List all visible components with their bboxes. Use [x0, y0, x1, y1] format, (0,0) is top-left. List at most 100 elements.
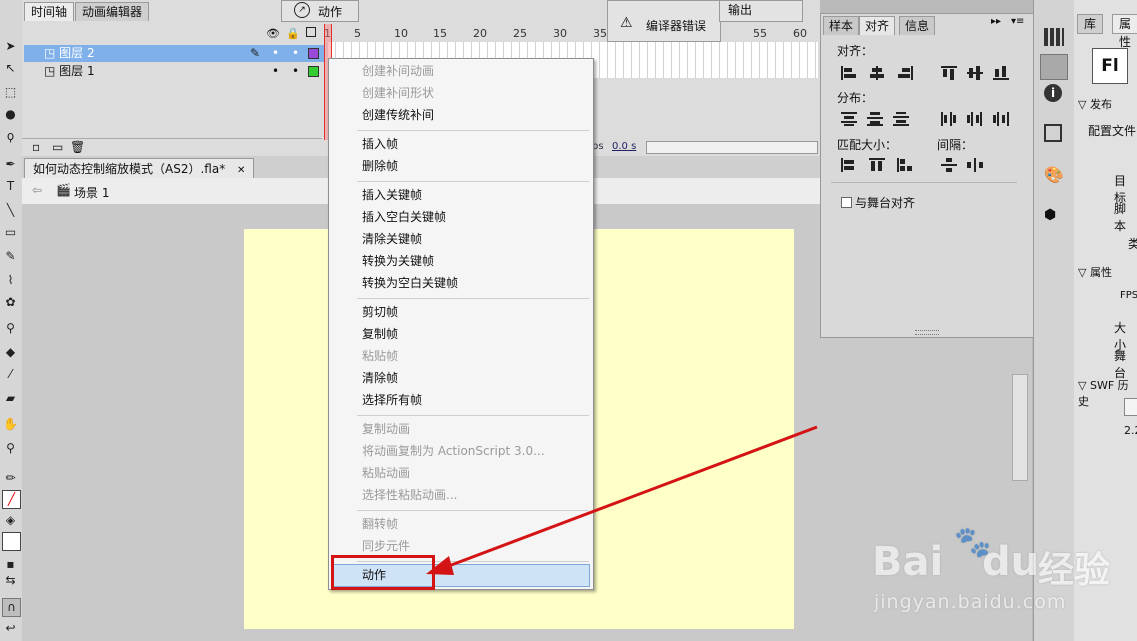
- layer-row-1[interactable]: ◳ 图层 1 • •: [24, 63, 324, 80]
- menu-item-paste-motion[interactable]: 粘贴动画: [362, 463, 582, 483]
- stroke-swatch-icon[interactable]: ╱: [2, 490, 21, 509]
- library-grid-icon[interactable]: [1044, 28, 1064, 46]
- lock-dot[interactable]: •: [292, 63, 299, 80]
- tab-timeline[interactable]: 时间轴: [24, 2, 75, 21]
- selection-tool-icon[interactable]: ➤: [2, 38, 19, 55]
- 3d-rotation-tool-icon[interactable]: ●: [2, 106, 19, 123]
- default-colors-icon[interactable]: ▪: [2, 556, 19, 573]
- menu-item-reverse-frames[interactable]: 翻转帧: [362, 514, 582, 534]
- line-tool-icon[interactable]: ╲: [2, 202, 19, 219]
- timeline-scrollbar[interactable]: [646, 141, 818, 154]
- output-bar[interactable]: 输出: [719, 0, 803, 22]
- menu-item-insert-frame[interactable]: 插入帧: [362, 134, 582, 154]
- visible-dot[interactable]: •: [272, 45, 279, 62]
- match-height-icon[interactable]: [869, 158, 885, 172]
- actions-panel-bar[interactable]: ↗ 动作: [281, 0, 359, 22]
- menu-item-insert-blank-keyframe[interactable]: 插入空白关键帧: [362, 207, 582, 227]
- space-horizontal-icon[interactable]: [967, 158, 983, 172]
- stroke-color-icon[interactable]: ✏: [2, 470, 19, 487]
- info-icon[interactable]: i: [1044, 84, 1062, 102]
- menu-item-create-classic-tween[interactable]: 创建传统补间: [362, 105, 582, 125]
- menu-item-cut-frames[interactable]: 剪切帧: [362, 302, 582, 322]
- brush-tool-icon[interactable]: ⌇: [2, 272, 19, 289]
- menu-item-clear-keyframe[interactable]: 清除关键帧: [362, 229, 582, 249]
- close-icon[interactable]: ✕: [237, 165, 245, 176]
- distribute-vcenter-icon[interactable]: [867, 112, 883, 126]
- tab-library[interactable]: 库: [1077, 14, 1104, 34]
- components-icon[interactable]: ⬢: [1044, 206, 1064, 224]
- resize-grip[interactable]: [915, 330, 939, 335]
- free-transform-tool-icon[interactable]: ⬚: [2, 84, 19, 101]
- align-panel-icon[interactable]: [1040, 54, 1068, 80]
- match-both-icon[interactable]: [897, 158, 913, 172]
- tab-swatches[interactable]: 样本: [823, 16, 860, 35]
- snap-magnet-icon[interactable]: ∩: [2, 598, 21, 617]
- smooth-icon[interactable]: ↩: [2, 620, 19, 637]
- menu-item-clear-frames[interactable]: 清除帧: [362, 368, 582, 388]
- align-to-stage-checkbox[interactable]: [841, 197, 852, 208]
- align-left-icon[interactable]: [841, 66, 857, 80]
- delete-layer-icon[interactable]: 🗑: [70, 140, 85, 154]
- menu-item-paste-frames[interactable]: 粘贴帧: [362, 346, 582, 366]
- lock-dot[interactable]: •: [292, 45, 299, 62]
- menu-item-copy-frames[interactable]: 复制帧: [362, 324, 582, 344]
- visible-dot[interactable]: •: [272, 63, 279, 80]
- menu-item-create-motion-tween[interactable]: 创建补间动画: [362, 61, 582, 81]
- eye-icon[interactable]: 👁: [266, 27, 280, 40]
- lasso-tool-icon[interactable]: ϙ: [2, 128, 19, 145]
- outline-icon[interactable]: [306, 27, 316, 37]
- scene-name[interactable]: 场景 1: [74, 184, 109, 201]
- distribute-bottom-icon[interactable]: [893, 112, 909, 126]
- menu-item-select-all-frames[interactable]: 选择所有帧: [362, 390, 582, 410]
- document-tab[interactable]: 如何动态控制缩放模式（AS2）.fla* ✕: [24, 158, 255, 179]
- align-top-icon[interactable]: [941, 66, 957, 80]
- text-tool-icon[interactable]: T: [2, 178, 19, 195]
- menu-item-create-shape-tween[interactable]: 创建补间形状: [362, 83, 582, 103]
- menu-item-convert-to-blank-keyframes[interactable]: 转换为空白关键帧: [362, 273, 582, 293]
- paint-bucket-tool-icon[interactable]: ◆: [2, 344, 19, 361]
- hand-tool-icon[interactable]: ✋: [2, 416, 19, 433]
- fill-color-icon[interactable]: ◈: [2, 512, 19, 529]
- layer-row-2[interactable]: ◳ 图层 2 ✎ • •: [24, 45, 324, 62]
- menu-item-convert-to-keyframes[interactable]: 转换为关键帧: [362, 251, 582, 271]
- swap-colors-icon[interactable]: ⇆: [2, 572, 19, 589]
- align-right-icon[interactable]: [897, 66, 913, 80]
- new-layer-icon[interactable]: ▫: [32, 140, 40, 154]
- eyedropper-tool-icon[interactable]: ⁄: [2, 366, 19, 383]
- vertical-scrollbar[interactable]: [1012, 374, 1028, 481]
- tab-info[interactable]: 信息: [899, 16, 936, 35]
- transform-icon[interactable]: [1044, 124, 1062, 142]
- panel-menu-icon[interactable]: ▾≡: [1011, 16, 1024, 27]
- match-width-icon[interactable]: [841, 158, 857, 172]
- layer-color-swatch[interactable]: [308, 66, 319, 77]
- align-hcenter-icon[interactable]: [869, 66, 885, 80]
- bone-tool-icon[interactable]: ⚲: [2, 320, 19, 337]
- panel-collapse-icon[interactable]: ▸▸: [991, 16, 1001, 27]
- menu-item-paste-motion-special[interactable]: 选择性粘贴动画...: [362, 485, 582, 505]
- menu-item-copy-motion-as3[interactable]: 将动画复制为 ActionScript 3.0...: [362, 441, 582, 461]
- color-icon[interactable]: 🎨: [1044, 166, 1064, 184]
- tab-motion-editor[interactable]: 动画编辑器: [75, 2, 150, 21]
- menu-item-copy-motion[interactable]: 复制动画: [362, 419, 582, 439]
- eraser-tool-icon[interactable]: ▰: [2, 390, 19, 407]
- menu-item-synchronize-symbols[interactable]: 同步元件: [362, 536, 582, 556]
- space-vertical-icon[interactable]: [941, 158, 957, 172]
- distribute-hcenter-icon[interactable]: [967, 112, 983, 126]
- pencil-tool-icon[interactable]: ✎: [2, 248, 19, 265]
- tab-align[interactable]: 对齐: [859, 16, 896, 35]
- distribute-right-icon[interactable]: [993, 112, 1009, 126]
- layer-color-swatch[interactable]: [308, 48, 319, 59]
- publish-section-header[interactable]: ▽ 发布: [1078, 96, 1112, 112]
- subselection-tool-icon[interactable]: ↖: [2, 60, 19, 77]
- fill-swatch-icon[interactable]: [2, 532, 21, 551]
- tab-properties[interactable]: 属性: [1112, 14, 1137, 49]
- compiler-errors-bar[interactable]: ⚠ 编译器错误: [607, 0, 721, 42]
- menu-item-insert-keyframe[interactable]: 插入关键帧: [362, 185, 582, 205]
- rectangle-tool-icon[interactable]: ▭: [2, 224, 19, 241]
- time-readout[interactable]: 0.0 s: [612, 141, 636, 152]
- menu-item-remove-frames[interactable]: 删除帧: [362, 156, 582, 176]
- distribute-top-icon[interactable]: [841, 112, 857, 126]
- props-section-header[interactable]: ▽ 属性: [1078, 264, 1112, 280]
- pen-tool-icon[interactable]: ✒: [2, 156, 19, 173]
- zoom-tool-icon[interactable]: ⚲: [2, 440, 19, 457]
